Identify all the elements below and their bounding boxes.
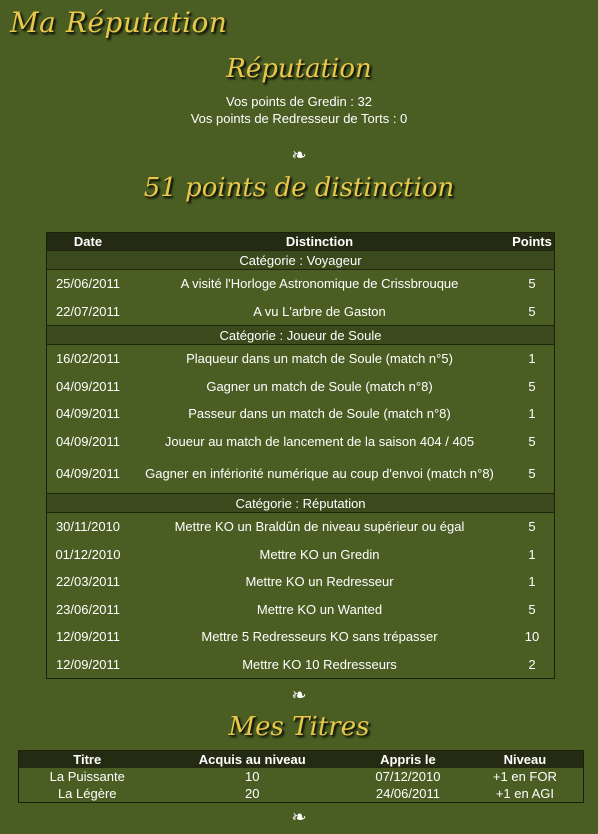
page-title: Ma Réputation bbox=[10, 6, 228, 39]
row-date: 12/09/2011 bbox=[55, 656, 121, 672]
row-date: 04/09/2011 bbox=[55, 466, 121, 481]
table-row: 12/09/2011 Mettre KO 10 Redresseurs 2 bbox=[47, 651, 555, 679]
row-points: 2 bbox=[528, 656, 536, 672]
titles-table: Titre Acquis au niveau Appris le Niveau … bbox=[18, 750, 584, 803]
column-header-titre: Titre bbox=[18, 750, 156, 768]
row-distinction: A vu L'arbre de Gaston bbox=[253, 303, 386, 319]
table-row: 04/09/2011 Gagner un match de Soule (mat… bbox=[47, 373, 555, 401]
table-row: 22/03/2011 Mettre KO un Redresseur 1 bbox=[47, 568, 555, 596]
row-date: 04/09/2011 bbox=[55, 406, 121, 422]
row-points: 5 bbox=[528, 276, 536, 292]
fleuron-divider-icon: ❧ bbox=[291, 807, 307, 827]
table-row: 04/09/2011 Gagner en infériorité numériq… bbox=[47, 455, 555, 494]
category-label: Catégorie : Voyageur bbox=[46, 250, 555, 270]
row-date: 04/09/2011 bbox=[55, 378, 121, 394]
row-distinction: Joueur au match de lancement de la saiso… bbox=[164, 433, 475, 449]
table-row: 12/09/2011 Mettre 5 Redresseurs KO sans … bbox=[47, 623, 555, 651]
row-distinction: Mettre KO 10 Redresseurs bbox=[242, 656, 397, 672]
title-level-acquired: 10 bbox=[245, 769, 260, 784]
title-date-learned: 07/12/2010 bbox=[375, 769, 441, 784]
titles-heading: Mes Titres bbox=[228, 712, 370, 742]
row-points: 5 bbox=[528, 433, 536, 449]
row-points: 10 bbox=[524, 629, 540, 645]
redresseur-points: Vos points de Redresseur de Torts : 0 bbox=[190, 111, 408, 126]
table-row: La Légère 20 24/06/2011 +1 en AGI bbox=[19, 785, 584, 803]
column-header-distinction: Distinction bbox=[129, 232, 510, 251]
gredin-points: Vos points de Gredin : 32 bbox=[226, 94, 372, 109]
row-date: 16/02/2011 bbox=[55, 351, 121, 367]
table-row: 22/07/2011 A vu L'arbre de Gaston 5 bbox=[47, 298, 555, 326]
row-date: 12/09/2011 bbox=[55, 629, 121, 645]
column-header-points: Points bbox=[510, 232, 555, 251]
distinction-heading: 51 points de distinction bbox=[143, 173, 455, 203]
column-header-niveau: Niveau bbox=[466, 750, 584, 768]
row-points: 5 bbox=[528, 378, 536, 394]
row-points: 1 bbox=[528, 351, 536, 367]
row-date: 25/06/2011 bbox=[55, 276, 121, 292]
table-row: 23/06/2011 Mettre KO un Wanted 5 bbox=[47, 596, 555, 624]
row-distinction: A visité l'Horloge Astronomique de Criss… bbox=[180, 276, 459, 292]
row-distinction: Mettre 5 Redresseurs KO sans trépasser bbox=[201, 629, 438, 645]
row-points: 5 bbox=[528, 303, 536, 319]
title-name: La Légère bbox=[57, 786, 117, 801]
table-row: 16/02/2011 Plaqueur dans un match de Sou… bbox=[47, 345, 555, 373]
row-distinction: Gagner un match de Soule (match n°8) bbox=[206, 378, 433, 394]
category-row: Catégorie : Voyageur bbox=[46, 250, 555, 270]
row-points: 1 bbox=[528, 546, 536, 562]
row-points: 5 bbox=[528, 466, 536, 481]
table-row: 01/12/2010 Mettre KO un Gredin 1 bbox=[47, 541, 555, 569]
category-label: Catégorie : Réputation bbox=[46, 493, 555, 513]
title-name: La Puissante bbox=[49, 769, 125, 784]
category-row: Catégorie : Réputation bbox=[46, 493, 555, 513]
fleuron-divider-icon: ❧ bbox=[291, 685, 307, 705]
category-label: Catégorie : Joueur de Soule bbox=[46, 325, 555, 345]
table-header-row: Date Distinction Points bbox=[46, 232, 555, 251]
table-row: La Puissante 10 07/12/2010 +1 en FOR bbox=[19, 768, 584, 785]
row-distinction: Gagner en infériorité numérique au coup … bbox=[145, 466, 494, 481]
row-points: 5 bbox=[528, 519, 536, 535]
row-date: 23/06/2011 bbox=[55, 601, 121, 617]
column-header-date: Date bbox=[46, 232, 129, 251]
row-date: 22/03/2011 bbox=[55, 574, 121, 590]
title-bonus: +1 en AGI bbox=[495, 786, 554, 801]
table-row: 25/06/2011 A visité l'Horloge Astronomiq… bbox=[47, 270, 555, 298]
column-header-acquis: Acquis au niveau bbox=[155, 750, 350, 768]
distinction-table: Date Distinction Points Catégorie : Voya… bbox=[46, 232, 555, 679]
row-points: 1 bbox=[528, 406, 536, 422]
fleuron-divider-icon: ❧ bbox=[291, 145, 307, 165]
table-row: 30/11/2010 Mettre KO un Braldûn de nivea… bbox=[47, 513, 555, 541]
row-date: 04/09/2011 bbox=[55, 433, 121, 449]
row-points: 5 bbox=[528, 601, 536, 617]
table-row: 04/09/2011 Joueur au match de lancement … bbox=[47, 428, 555, 456]
row-date: 22/07/2011 bbox=[55, 303, 121, 319]
row-date: 01/12/2010 bbox=[55, 546, 121, 562]
category-row: Catégorie : Joueur de Soule bbox=[46, 325, 555, 345]
table-row: 04/09/2011 Passeur dans un match de Soul… bbox=[47, 400, 555, 428]
row-distinction: Mettre KO un Wanted bbox=[256, 601, 383, 617]
title-level-acquired: 20 bbox=[245, 786, 260, 801]
row-date: 30/11/2010 bbox=[55, 519, 121, 535]
row-distinction: Passeur dans un match de Soule (match n°… bbox=[188, 406, 451, 422]
column-header-appris: Appris le bbox=[349, 750, 467, 768]
reputation-heading: Réputation bbox=[226, 54, 372, 84]
row-distinction: Mettre KO un Redresseur bbox=[245, 574, 394, 590]
title-date-learned: 24/06/2011 bbox=[375, 786, 440, 801]
row-distinction: Mettre KO un Gredin bbox=[259, 546, 380, 562]
row-points: 1 bbox=[528, 574, 536, 590]
table-header-row: Titre Acquis au niveau Appris le Niveau bbox=[18, 750, 584, 768]
row-distinction: Plaqueur dans un match de Soule (match n… bbox=[186, 351, 453, 367]
title-bonus: +1 en FOR bbox=[492, 769, 557, 784]
row-distinction: Mettre KO un Braldûn de niveau supérieur… bbox=[174, 519, 465, 535]
